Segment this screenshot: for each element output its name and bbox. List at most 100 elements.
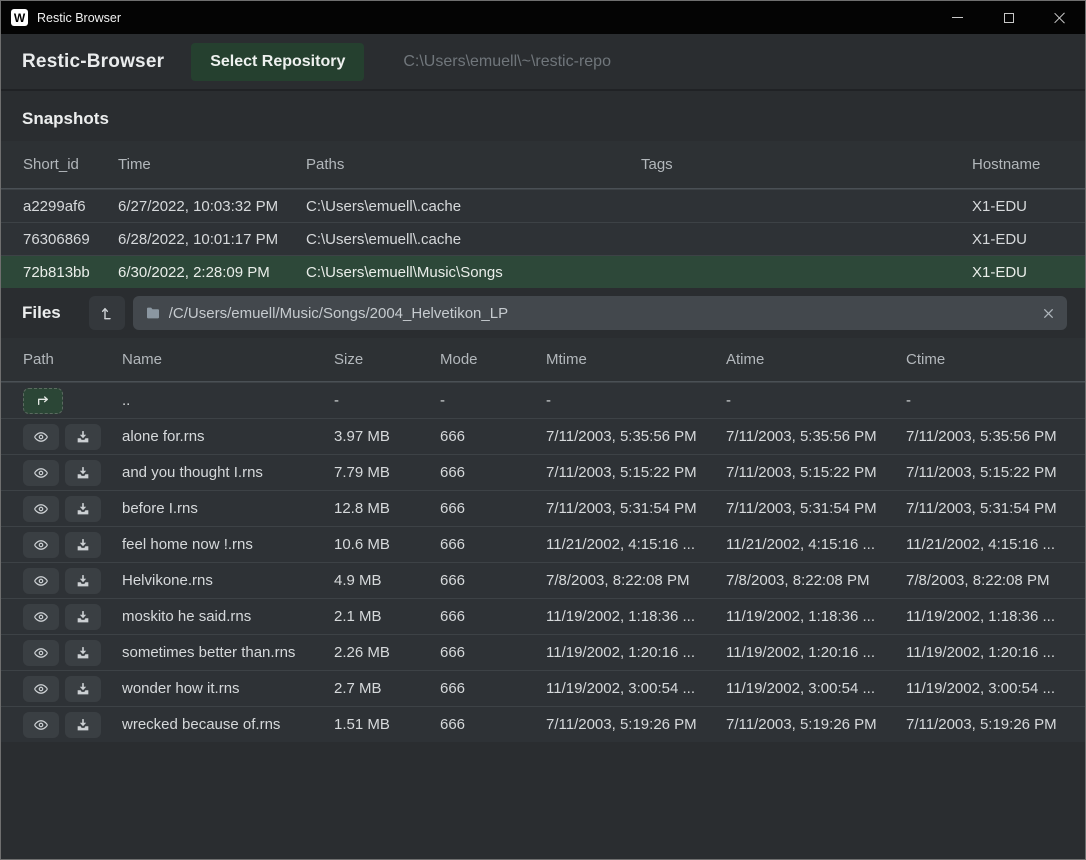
file-name: and you thought I.rns [122, 464, 334, 481]
column-header-path: Path [23, 351, 122, 368]
file-mtime: 7/8/2003, 8:22:08 PM [546, 572, 726, 589]
snapshot-row[interactable]: a2299af6 6/27/2022, 10:03:32 PM C:\Users… [1, 189, 1085, 222]
go-to-parent-directory-button[interactable] [89, 296, 125, 330]
select-repository-button[interactable]: Select Repository [191, 43, 364, 81]
file-size: 1.51 MB [334, 716, 440, 733]
snapshot-paths: C:\Users\emuell\.cache [306, 231, 641, 248]
file-mode: 666 [440, 680, 546, 697]
close-icon [1054, 12, 1066, 24]
file-name: before I.rns [122, 500, 334, 517]
download-file-button[interactable] [65, 424, 101, 450]
file-mtime: 7/11/2003, 5:35:56 PM [546, 428, 726, 445]
file-row: before I.rns12.8 MB6667/11/2003, 5:31:54… [1, 490, 1085, 526]
snapshot-row-selected[interactable]: 72b813bb 6/30/2022, 2:28:09 PM C:\Users\… [1, 255, 1085, 288]
preview-file-button[interactable] [23, 568, 59, 594]
file-actions [23, 640, 122, 666]
window-title: Restic Browser [37, 11, 121, 25]
file-actions [23, 496, 122, 522]
preview-file-button[interactable] [23, 676, 59, 702]
file-row: alone for.rns3.97 MB6667/11/2003, 5:35:5… [1, 418, 1085, 454]
file-ctime: 7/8/2003, 8:22:08 PM [906, 572, 1075, 589]
files-table-header: Path Name Size Mode Mtime Atime Ctime [1, 338, 1085, 382]
download-file-button[interactable] [65, 568, 101, 594]
download-icon [75, 465, 91, 481]
column-header-paths: Paths [306, 156, 641, 173]
clear-path-button[interactable] [1034, 307, 1055, 320]
download-file-button[interactable] [65, 532, 101, 558]
files-title: Files [22, 303, 61, 323]
preview-file-button[interactable] [23, 424, 59, 450]
minimize-icon [952, 17, 963, 18]
file-mode: 666 [440, 644, 546, 661]
file-name: moskito he said.rns [122, 608, 334, 625]
column-header-ctime: Ctime [906, 351, 1075, 368]
file-atime: 7/11/2003, 5:31:54 PM [726, 500, 906, 517]
navigate-up-button[interactable] [23, 388, 63, 414]
maximize-button[interactable] [983, 1, 1034, 34]
file-ctime: 11/19/2002, 1:20:16 ... [906, 644, 1075, 661]
file-size: 7.79 MB [334, 464, 440, 481]
parent-row-actions [23, 388, 122, 414]
snapshot-paths: C:\Users\emuell\Music\Songs [306, 264, 641, 281]
file-actions [23, 424, 122, 450]
eye-icon [33, 573, 49, 589]
download-file-button[interactable] [65, 460, 101, 486]
file-mtime: - [546, 392, 726, 409]
file-mtime: 7/11/2003, 5:15:22 PM [546, 464, 726, 481]
file-atime: 11/19/2002, 1:20:16 ... [726, 644, 906, 661]
file-row: wrecked because of.rns1.51 MB6667/11/200… [1, 706, 1085, 742]
level-up-icon [99, 305, 115, 321]
file-name: sometimes better than.rns [122, 644, 334, 661]
download-icon [75, 681, 91, 697]
file-ctime: 11/21/2002, 4:15:16 ... [906, 536, 1075, 553]
column-header-atime: Atime [726, 351, 906, 368]
snapshot-row[interactable]: 76306869 6/28/2022, 10:01:17 PM C:\Users… [1, 222, 1085, 255]
current-path-bar[interactable]: /C/Users/emuell/Music/Songs/2004_Helveti… [133, 296, 1067, 330]
file-actions [23, 532, 122, 558]
column-header-mode: Mode [440, 351, 546, 368]
download-icon [75, 717, 91, 733]
column-header-size: Size [334, 351, 440, 368]
file-atime: 11/21/2002, 4:15:16 ... [726, 536, 906, 553]
file-size: 3.97 MB [334, 428, 440, 445]
snapshot-hostname: X1-EDU [972, 264, 1075, 281]
preview-file-button[interactable] [23, 532, 59, 558]
file-size: 2.26 MB [334, 644, 440, 661]
file-name: wonder how it.rns [122, 680, 334, 697]
file-size: 2.1 MB [334, 608, 440, 625]
snapshot-short-id: a2299af6 [23, 198, 118, 215]
download-file-button[interactable] [65, 676, 101, 702]
download-file-button[interactable] [65, 496, 101, 522]
file-mode: 666 [440, 500, 546, 517]
snapshots-section-header: Snapshots [1, 91, 1085, 141]
parent-directory-row: .. - - - - - [1, 382, 1085, 418]
repository-path: C:\Users\emuell\~\restic-repo [403, 53, 611, 71]
file-mode: 666 [440, 716, 546, 733]
file-atime: 7/11/2003, 5:15:22 PM [726, 464, 906, 481]
eye-icon [33, 429, 49, 445]
eye-icon [33, 537, 49, 553]
snapshot-time: 6/28/2022, 10:01:17 PM [118, 231, 306, 248]
snapshot-hostname: X1-EDU [972, 231, 1075, 248]
file-actions [23, 568, 122, 594]
download-file-button[interactable] [65, 640, 101, 666]
preview-file-button[interactable] [23, 604, 59, 630]
minimize-button[interactable] [932, 1, 983, 34]
file-mode: 666 [440, 572, 546, 589]
preview-file-button[interactable] [23, 640, 59, 666]
file-row: sometimes better than.rns2.26 MB666 11/19… [1, 634, 1085, 670]
download-file-button[interactable] [65, 604, 101, 630]
close-button[interactable] [1034, 1, 1085, 34]
preview-file-button[interactable] [23, 496, 59, 522]
download-icon [75, 429, 91, 445]
file-row: and you thought I.rns7.79 MB6667/11/2003… [1, 454, 1085, 490]
snapshot-hostname: X1-EDU [972, 198, 1075, 215]
snapshot-paths: C:\Users\emuell\.cache [306, 198, 641, 215]
preview-file-button[interactable] [23, 712, 59, 738]
preview-file-button[interactable] [23, 460, 59, 486]
current-path-value: /C/Users/emuell/Music/Songs/2004_Helveti… [169, 305, 1034, 322]
eye-icon [33, 645, 49, 661]
file-size: - [334, 392, 440, 409]
download-file-button[interactable] [65, 712, 101, 738]
file-row: wonder how it.rns2.7 MB66611/19/2002, 3:… [1, 670, 1085, 706]
